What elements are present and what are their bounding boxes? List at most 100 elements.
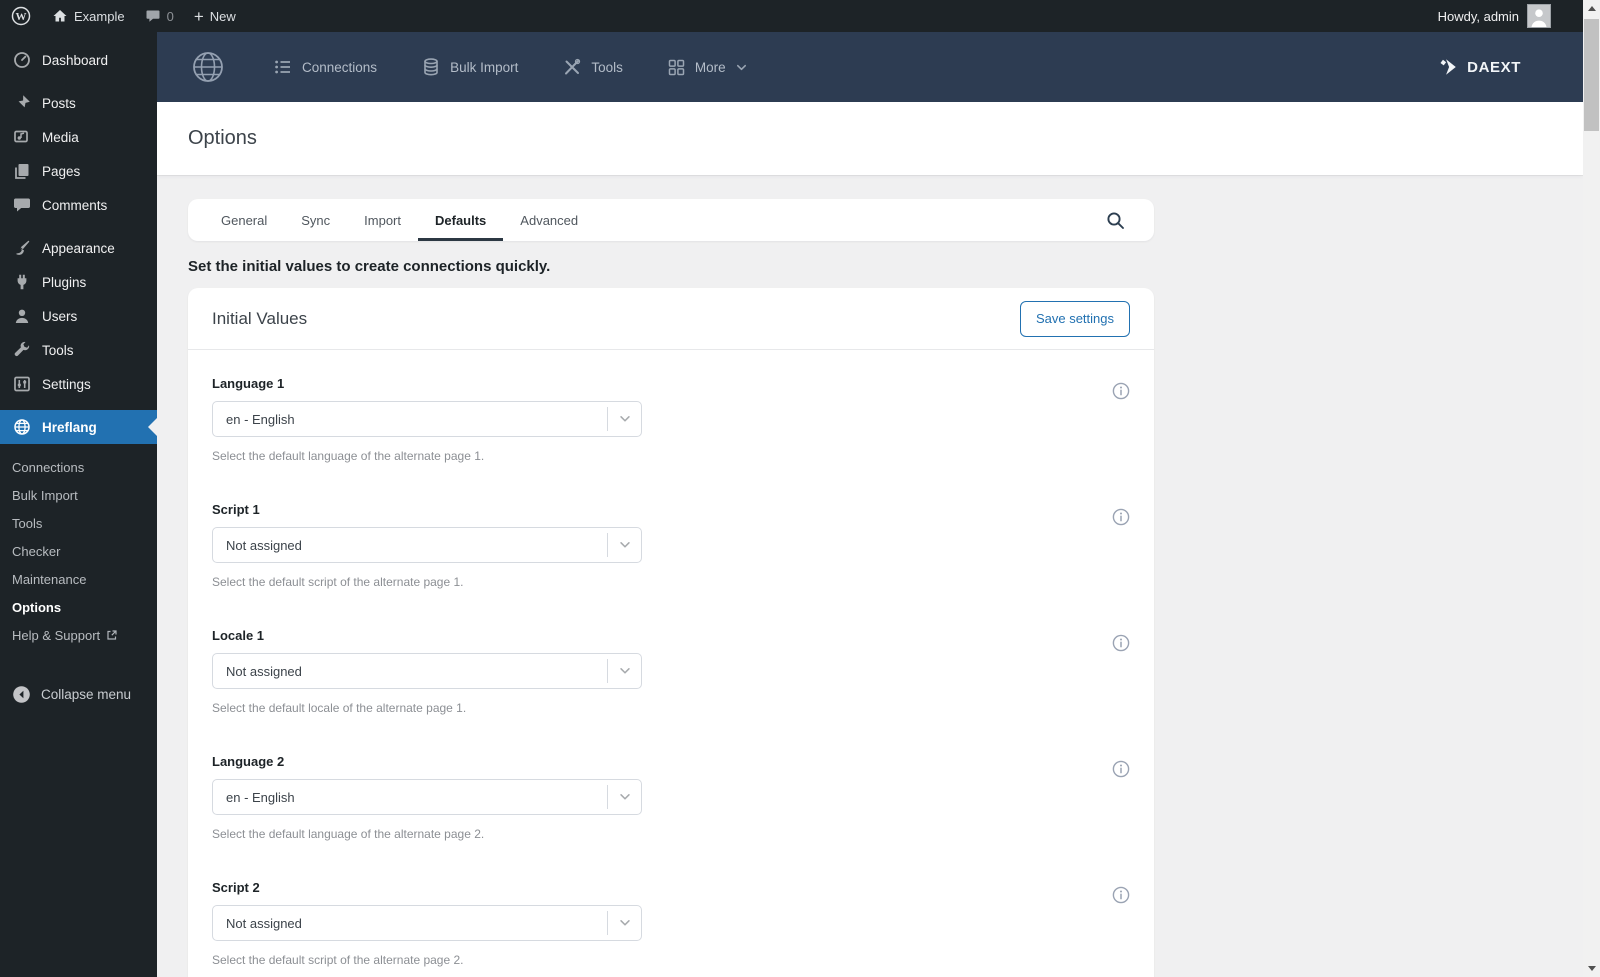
page-title: Options — [188, 127, 257, 149]
language-2-select[interactable]: en - English — [212, 779, 642, 815]
daext-logo-icon — [1438, 56, 1460, 78]
submenu-item-connections[interactable]: Connections — [0, 453, 157, 481]
submenu-item-bulk-import[interactable]: Bulk Import — [0, 481, 157, 509]
sidebar-item-label: Tools — [42, 342, 74, 358]
sidebar-item-posts[interactable]: Posts — [0, 86, 157, 120]
home-icon — [52, 8, 68, 24]
field-locale-1: Locale 1 Not assigned Select the default… — [212, 628, 1130, 715]
daext-brand[interactable]: DAEXT — [1438, 56, 1521, 78]
browser-scrollbar[interactable] — [1583, 0, 1600, 977]
dashboard-icon — [12, 50, 32, 70]
sidebar-item-settings[interactable]: Settings — [0, 367, 157, 401]
search-button[interactable] — [1102, 207, 1128, 233]
comments-count: 0 — [166, 8, 174, 24]
tab-defaults[interactable]: Defaults — [418, 199, 504, 241]
pin-icon — [12, 93, 32, 113]
new-label: New — [209, 8, 236, 24]
scrollbar-thumb[interactable] — [1584, 19, 1599, 131]
main-area: Connections Bulk Import Tools More DAEXT… — [157, 32, 1583, 977]
tab-sync[interactable]: Sync — [284, 199, 347, 241]
sidebar-item-label: Posts — [42, 95, 76, 111]
chevron-down-icon — [735, 61, 748, 74]
submenu-item-maintenance[interactable]: Maintenance — [0, 565, 157, 593]
new-content-menu[interactable]: + New — [184, 0, 246, 32]
field-label: Language 2 — [212, 754, 285, 769]
select-value: Not assigned — [226, 915, 302, 931]
locale-1-select[interactable]: Not assigned — [212, 653, 642, 689]
field-label: Locale 1 — [212, 628, 265, 643]
header-nav-connections[interactable]: Connections — [273, 57, 377, 77]
comments-menu[interactable]: 0 — [135, 0, 184, 32]
comment-icon — [12, 195, 32, 215]
save-settings-button[interactable]: Save settings — [1019, 300, 1130, 337]
scrollbar-up-arrow[interactable] — [1583, 0, 1600, 17]
info-icon[interactable] — [1112, 508, 1130, 526]
sidebar-item-hreflang[interactable]: Hreflang — [0, 410, 157, 444]
card-title: Initial Values — [212, 308, 308, 328]
sidebar-item-appearance[interactable]: Appearance — [0, 231, 157, 265]
select-value: Not assigned — [226, 663, 302, 679]
collapse-menu-button[interactable]: Collapse menu — [0, 677, 157, 711]
sidebar-item-label: Appearance — [42, 240, 115, 256]
plug-icon — [12, 272, 32, 292]
sidebar-item-tools[interactable]: Tools — [0, 333, 157, 367]
site-name-link[interactable]: Example — [42, 0, 135, 32]
select-value: en - English — [226, 411, 295, 427]
brush-icon — [12, 238, 32, 258]
wp-logo-menu[interactable]: W — [0, 0, 42, 32]
site-name-label: Example — [74, 8, 125, 24]
settings-icon — [12, 374, 32, 394]
sidebar-item-users[interactable]: Users — [0, 299, 157, 333]
info-icon[interactable] — [1112, 634, 1130, 652]
page-content: General Sync Import Defaults Advanced Se… — [157, 175, 1583, 977]
header-nav-more[interactable]: More — [667, 58, 748, 77]
sidebar-item-comments[interactable]: Comments — [0, 188, 157, 222]
language-1-select[interactable]: en - English — [212, 401, 642, 437]
header-nav-tools[interactable]: Tools — [562, 57, 623, 77]
submenu-label: Options — [12, 599, 62, 615]
plugin-header: Connections Bulk Import Tools More DAEXT — [157, 32, 1583, 102]
script-1-select[interactable]: Not assigned — [212, 527, 642, 563]
field-label: Language 1 — [212, 376, 285, 391]
chevron-down-icon — [608, 916, 641, 930]
tab-label: General — [221, 212, 268, 228]
sidebar-item-dashboard[interactable]: Dashboard — [0, 43, 157, 77]
wrench-icon — [12, 340, 32, 360]
user-icon — [12, 306, 32, 326]
chevron-down-icon — [608, 412, 641, 426]
header-nav-bulk-import[interactable]: Bulk Import — [421, 57, 518, 77]
submenu-item-tools[interactable]: Tools — [0, 509, 157, 537]
tab-import[interactable]: Import — [347, 199, 418, 241]
info-icon[interactable] — [1112, 382, 1130, 400]
collapse-menu-label: Collapse menu — [41, 686, 132, 702]
submenu-item-checker[interactable]: Checker — [0, 537, 157, 565]
avatar[interactable] — [1527, 4, 1551, 28]
svg-text:W: W — [16, 11, 27, 23]
card-header: Initial Values Save settings — [188, 288, 1154, 350]
submenu-item-help-support[interactable]: Help & Support — [0, 621, 157, 649]
submenu-label: Checker — [12, 543, 61, 559]
select-value: Not assigned — [226, 537, 302, 553]
field-language-1: Language 1 en - English Select the defau… — [212, 376, 1130, 463]
field-label: Script 2 — [212, 880, 260, 895]
scrollbar-down-arrow[interactable] — [1583, 960, 1600, 977]
sidebar-item-label: Users — [42, 308, 78, 324]
info-icon[interactable] — [1112, 760, 1130, 778]
howdy-text[interactable]: Howdy, admin — [1438, 9, 1519, 24]
submenu-item-options[interactable]: Options — [0, 593, 157, 621]
menu-separator — [0, 401, 157, 410]
media-icon — [12, 127, 32, 147]
script-2-select[interactable]: Not assigned — [212, 905, 642, 941]
sidebar-item-media[interactable]: Media — [0, 120, 157, 154]
wordpress-logo-icon: W — [10, 5, 32, 27]
tab-general[interactable]: General — [204, 199, 284, 241]
field-language-2: Language 2 en - English Select the defau… — [212, 754, 1130, 841]
tab-bar: General Sync Import Defaults Advanced — [188, 199, 1154, 241]
tab-advanced[interactable]: Advanced — [503, 199, 595, 241]
sidebar-item-pages[interactable]: Pages — [0, 154, 157, 188]
plus-icon: + — [193, 6, 204, 26]
hreflang-submenu: Connections Bulk Import Tools Checker Ma… — [0, 444, 157, 661]
plugin-globe-icon[interactable] — [189, 48, 227, 86]
sidebar-item-plugins[interactable]: Plugins — [0, 265, 157, 299]
info-icon[interactable] — [1112, 886, 1130, 904]
